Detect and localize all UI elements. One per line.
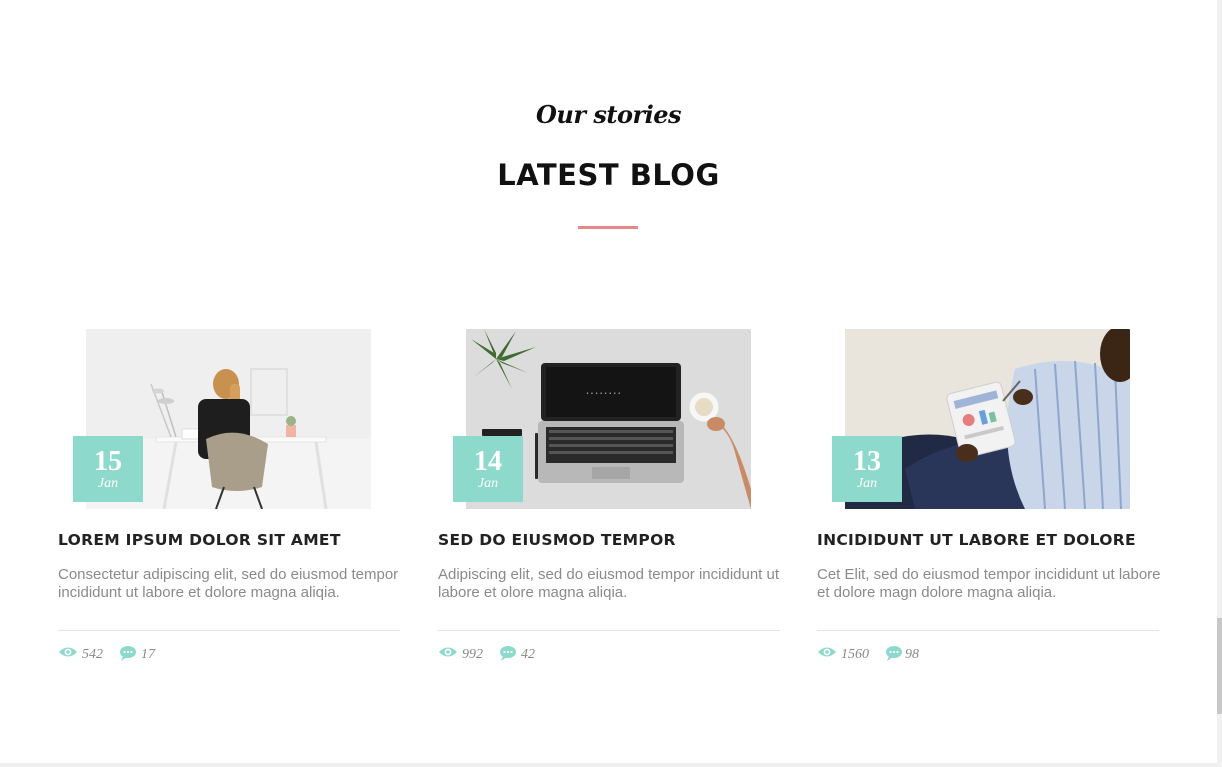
chat-bubble-icon — [500, 646, 516, 661]
post-date-badge: 13 Jan — [832, 436, 902, 502]
post-title-link[interactable]: INCIDIDUNT UT LABORE ET DOLORE — [817, 531, 1177, 549]
post-date-month: Jan — [97, 476, 119, 491]
post-date-month: Jan — [856, 476, 878, 491]
svg-text:• • • • • • • •: • • • • • • • • — [586, 391, 621, 397]
post-excerpt: Consectetur adipiscing elit, sed do eius… — [58, 566, 399, 601]
comments-number: 98 — [905, 647, 919, 662]
post-date-month: Jan — [477, 476, 499, 491]
comments-number: 17 — [141, 647, 155, 662]
title-divider — [578, 226, 638, 229]
post-date-day: 13 — [853, 446, 881, 477]
scrollbar-thumb[interactable] — [1217, 618, 1222, 714]
comments-number: 42 — [521, 647, 535, 662]
post-excerpt: Adipiscing elit, sed do eiusmod tempor i… — [438, 566, 780, 601]
section-subtitle: Our stories — [535, 100, 682, 129]
post-date-badge: 15 Jan — [73, 436, 143, 502]
page-scrollbar[interactable] — [1217, 0, 1222, 767]
post-date-day: 14 — [474, 446, 502, 477]
eye-icon — [439, 647, 457, 657]
post-date-day: 15 — [94, 446, 122, 477]
eye-icon — [818, 647, 836, 657]
card-divider — [58, 630, 400, 631]
views-number: 1560 — [841, 647, 869, 662]
chat-bubble-icon — [886, 646, 902, 661]
post-title-link[interactable]: LOREM IPSUM DOLOR SIT AMET — [58, 531, 418, 549]
post-title-link[interactable]: SED DO EIUSMOD TEMPOR — [438, 531, 798, 549]
post-date-badge: 14 Jan — [453, 436, 523, 502]
chat-bubble-icon — [120, 646, 136, 661]
card-divider — [817, 630, 1159, 631]
post-excerpt: Cet Elit, sed do eiusmod tempor incididu… — [817, 566, 1161, 601]
views-number: 542 — [82, 647, 103, 662]
section-title: LATEST BLOG — [497, 158, 720, 192]
views-number: 992 — [462, 647, 483, 662]
section-bottom-edge — [0, 763, 1217, 767]
eye-icon — [59, 647, 77, 657]
card-divider — [438, 630, 780, 631]
